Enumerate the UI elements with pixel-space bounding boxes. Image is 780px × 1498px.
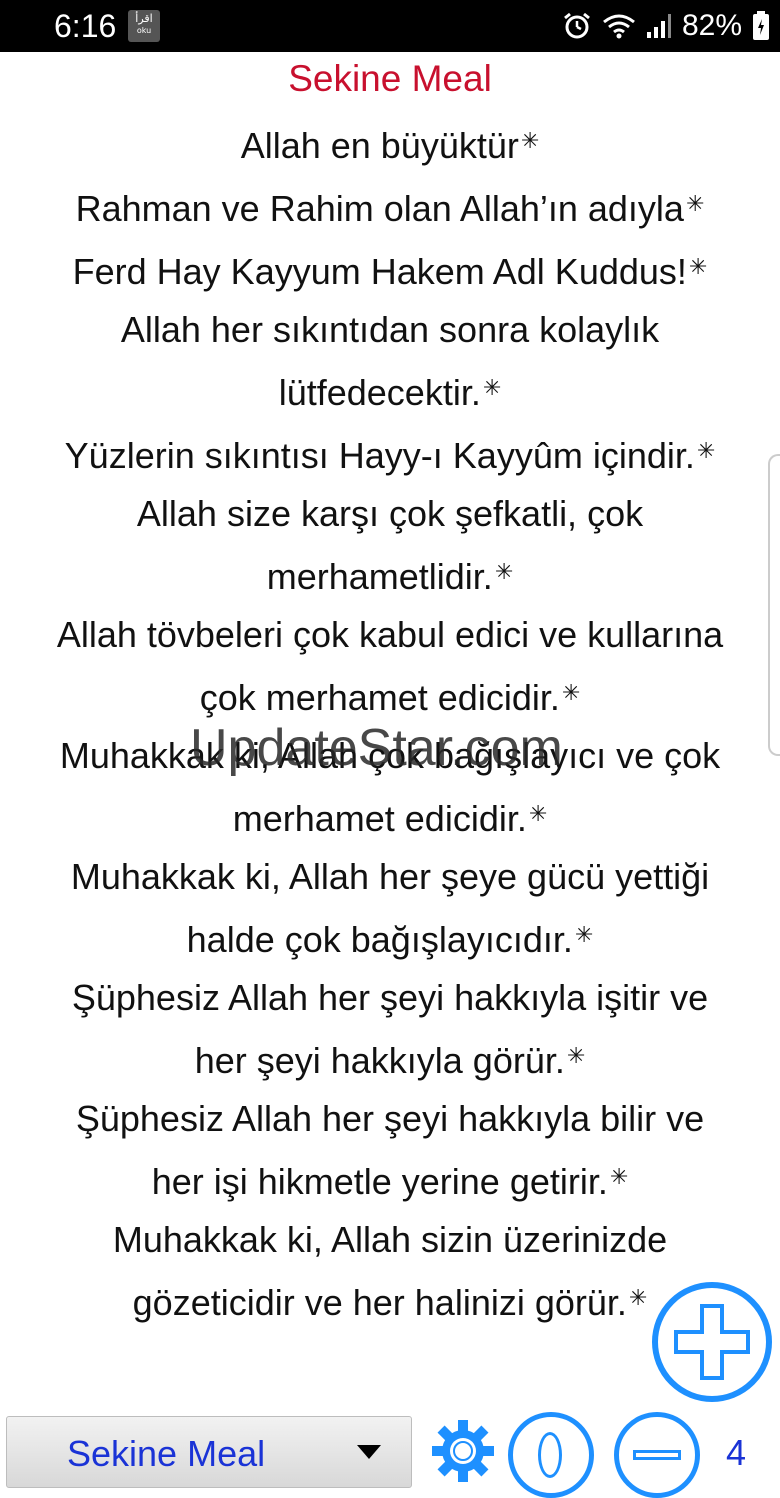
text-line: lütfedecektir.✳ xyxy=(14,359,766,422)
zoom-out-button[interactable] xyxy=(614,1412,700,1498)
battery-percent: 82% xyxy=(681,9,742,42)
zoom-in-button[interactable] xyxy=(652,1282,772,1402)
text-line: merhamet edicidir.✳ xyxy=(14,785,766,848)
text-line-content: Şüphesiz Allah her şeyi hakkıyla bilir v… xyxy=(75,1098,705,1139)
bottom-toolbar: Sekine Meal 4 xyxy=(0,1410,780,1498)
gear-icon xyxy=(432,1420,494,1482)
text-line: Muhakkak ki, Allah her şeye gücü yettiği xyxy=(14,848,766,906)
text-line-content: Şüphesiz Allah her şeyi hakkıyla işitir … xyxy=(71,977,709,1018)
text-line: Muhakkak ki, Allah sizin üzerinizde xyxy=(14,1211,766,1269)
verse-marker-icon: ✳ xyxy=(609,1164,629,1189)
app-icon-latin-text: oku xyxy=(136,26,152,35)
text-line-content: Allah her sıkıntıdan sonra kolaylık xyxy=(120,309,660,350)
text-line-content: çok merhamet edicidir. xyxy=(199,677,560,718)
zero-ring-icon xyxy=(538,1432,562,1478)
minus-icon xyxy=(633,1450,681,1460)
wifi-icon xyxy=(602,12,636,40)
text-line-content: her şeyi hakkıyla görür. xyxy=(194,1040,565,1081)
meal-select-value: Sekine Meal xyxy=(67,1433,266,1474)
verse-marker-icon: ✳ xyxy=(561,680,581,705)
battery-icon xyxy=(752,11,770,41)
meal-content[interactable]: Sekine Meal Allah en büyüktür✳ Rahman ve … xyxy=(0,52,780,1352)
verse-marker-icon: ✳ xyxy=(520,128,540,153)
text-line: Şüphesiz Allah her şeyi hakkıyla bilir v… xyxy=(14,1090,766,1148)
text-line: Allah size karşı çok şefkatli, çok xyxy=(14,485,766,543)
text-line: Yüzlerin sıkıntısı Hayy-ı Kayyûm içindir… xyxy=(14,422,766,485)
page-title: Sekine Meal xyxy=(288,58,492,99)
text-line-content: Allah size karşı çok şefkatli, çok xyxy=(136,493,644,534)
text-line-content: Ferd Hay Kayyum Hakem Adl Kuddus! xyxy=(72,251,687,292)
app-notification-icon: اقرأ oku xyxy=(128,10,160,42)
text-line: merhametlidir.✳ xyxy=(14,543,766,606)
text-line: Muhakkak ki, Allah çok bağışlayıcı ve ço… xyxy=(14,727,766,785)
alarm-icon xyxy=(562,11,592,41)
text-line: halde çok bağışlayıcıdır.✳ xyxy=(14,906,766,969)
verse-marker-icon: ✳ xyxy=(628,1285,648,1310)
verse-marker-icon: ✳ xyxy=(482,375,502,400)
font-size-level: 4 xyxy=(726,1432,747,1473)
text-line-content: Muhakkak ki, Allah sizin üzerinizde xyxy=(112,1219,668,1260)
verse-marker-icon: ✳ xyxy=(688,254,708,279)
text-line: Allah en büyüktür✳ xyxy=(14,112,766,175)
text-line-content: merhametlidir. xyxy=(266,556,493,597)
status-bar: 6:16 اقرأ oku 82% xyxy=(0,0,780,52)
text-line: Ferd Hay Kayyum Hakem Adl Kuddus!✳ xyxy=(14,238,766,301)
text-line-content: lütfedecektir. xyxy=(278,372,481,413)
status-time: 6:16 xyxy=(54,8,117,44)
status-icons: 82% xyxy=(562,8,770,44)
text-line: Allah tövbeleri çok kabul edici ve kulla… xyxy=(14,606,766,664)
verse-marker-icon: ✳ xyxy=(696,438,716,463)
signal-icon xyxy=(646,12,672,40)
text-line-content: gözeticidir ve her halinizi görür. xyxy=(132,1282,627,1323)
text-line-content: Muhakkak ki, Allah her şeye gücü yettiği xyxy=(70,856,710,897)
text-line: Allah her sıkıntıdan sonra kolaylık xyxy=(14,301,766,359)
dropdown-arrow-icon xyxy=(357,1445,381,1459)
verse-marker-icon: ✳ xyxy=(494,559,514,584)
text-line: Rahman ve Rahim olan Allah’ın adıyla✳ xyxy=(14,175,766,238)
verse-marker-icon: ✳ xyxy=(685,191,705,216)
verse-marker-icon: ✳ xyxy=(574,922,594,947)
verse-marker-icon: ✳ xyxy=(528,801,548,826)
text-line-content: her işi hikmetle yerine getirir. xyxy=(151,1161,608,1202)
text-line: Şüphesiz Allah her şeyi hakkıyla işitir … xyxy=(14,969,766,1027)
settings-button[interactable] xyxy=(430,1418,496,1484)
scroll-handle[interactable] xyxy=(768,454,780,756)
text-line: gözeticidir ve her halinizi görür.✳ xyxy=(14,1269,766,1332)
reset-size-button[interactable] xyxy=(508,1412,594,1498)
text-line-content: Yüzlerin sıkıntısı Hayy-ı Kayyûm içindir… xyxy=(64,435,695,476)
meal-text: Allah en büyüktür✳ Rahman ve Rahim olan A… xyxy=(14,112,766,1332)
meal-select-dropdown[interactable]: Sekine Meal xyxy=(6,1416,412,1488)
text-line-content: Rahman ve Rahim olan Allah’ın adıyla xyxy=(75,188,684,229)
text-line: çok merhamet edicidir.✳ xyxy=(14,664,766,727)
text-line-content: Allah tövbeleri çok kabul edici ve kulla… xyxy=(56,614,724,655)
verse-marker-icon: ✳ xyxy=(566,1043,586,1068)
text-line-content: halde çok bağışlayıcıdır. xyxy=(186,919,573,960)
text-line: her şeyi hakkıyla görür.✳ xyxy=(14,1027,766,1090)
text-line-content: Allah en büyüktür xyxy=(240,125,519,166)
plus-icon xyxy=(674,1304,750,1380)
text-line-content: merhamet edicidir. xyxy=(232,798,527,839)
app-icon-arabic-text: اقرأ xyxy=(135,12,153,25)
text-line-content: Muhakkak ki, Allah çok bağışlayıcı ve ço… xyxy=(59,735,721,776)
text-line: her işi hikmetle yerine getirir.✳ xyxy=(14,1148,766,1211)
